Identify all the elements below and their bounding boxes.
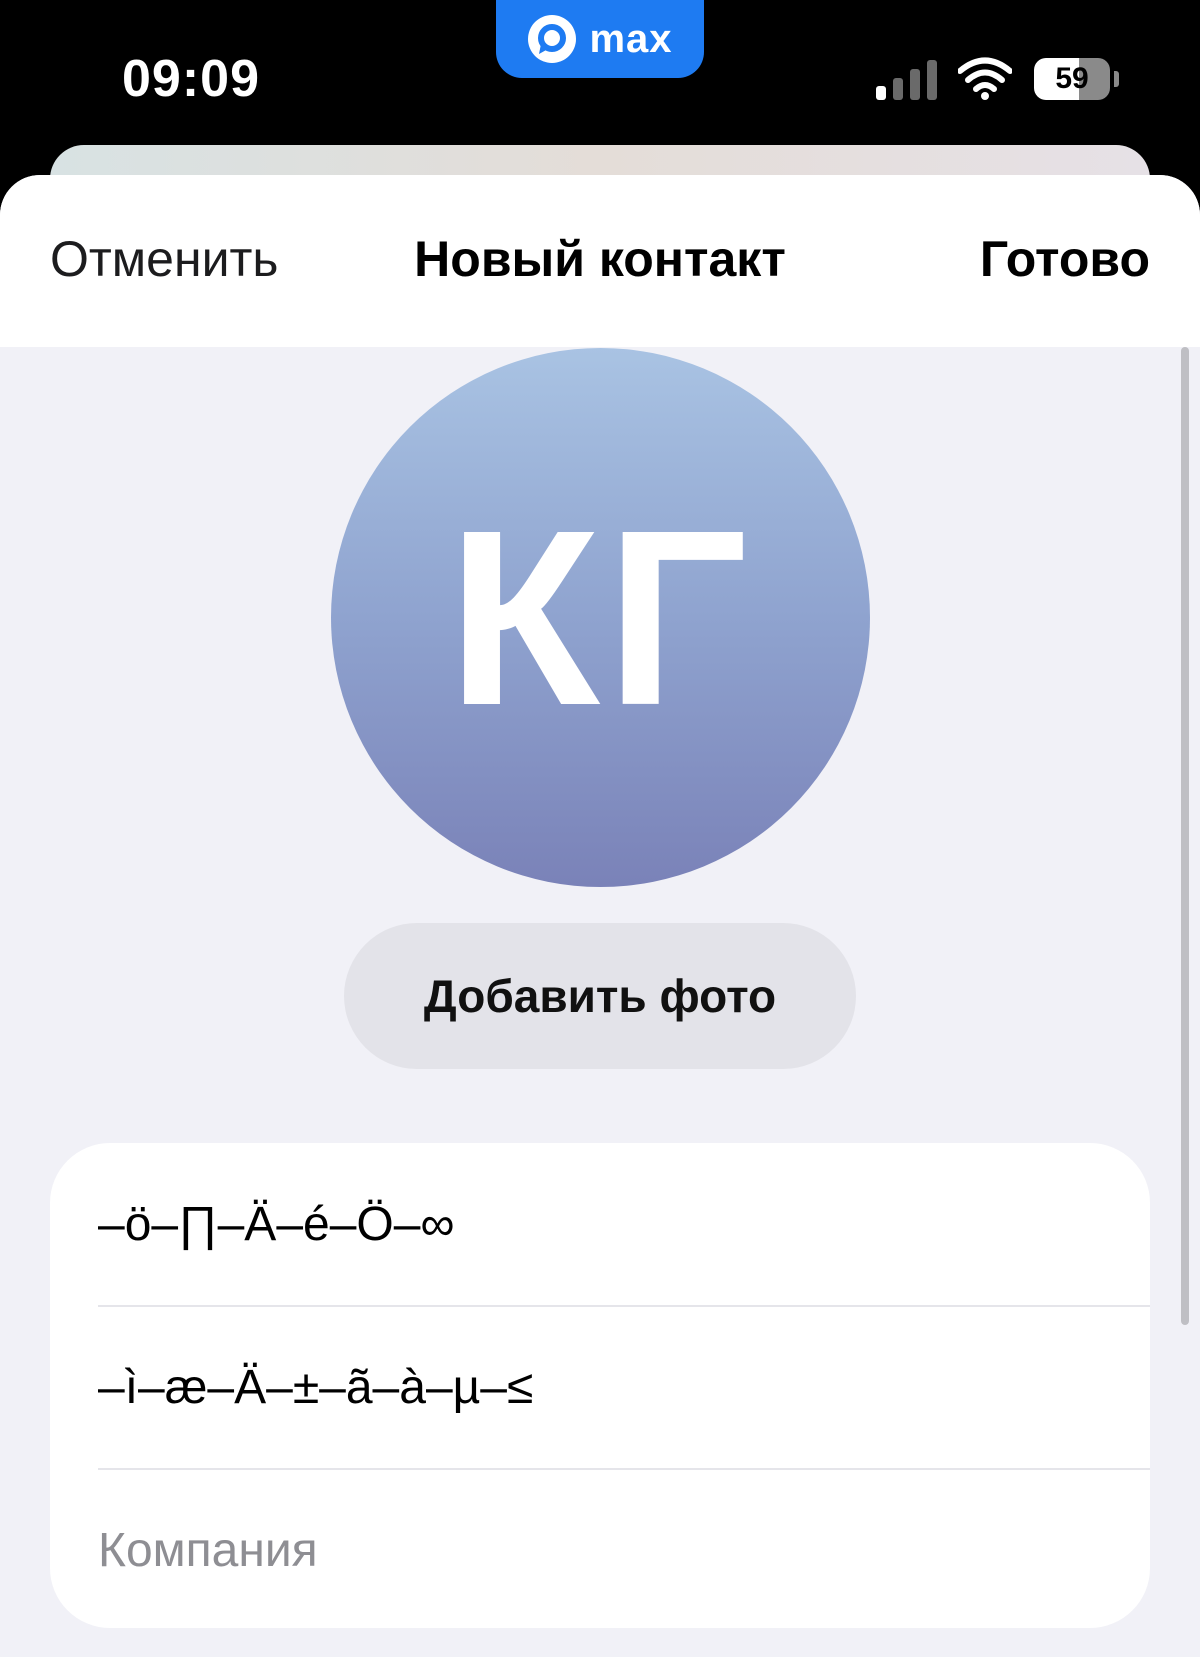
- signal-icon: [876, 60, 937, 100]
- last-name-field[interactable]: [98, 1306, 1150, 1468]
- battery-body: 59: [1034, 58, 1110, 100]
- contact-form-card: [50, 1143, 1150, 1628]
- battery-level-text: 59: [1055, 62, 1089, 95]
- scrollbar[interactable]: [1181, 347, 1189, 1325]
- avatar[interactable]: КГ: [331, 348, 870, 887]
- battery-icon: 59: [1034, 58, 1120, 100]
- new-contact-sheet: Отменить Новый контакт Готово КГ Добавит…: [0, 175, 1200, 1657]
- first-name-field[interactable]: [98, 1143, 1150, 1305]
- app-indicator-pill[interactable]: max: [496, 0, 704, 78]
- app-name: max: [589, 17, 673, 61]
- battery-cap: [1114, 71, 1119, 87]
- company-field[interactable]: [98, 1469, 1150, 1628]
- status-time: 09:09: [122, 50, 260, 108]
- status-bar: 09:09 max 59: [0, 0, 1200, 150]
- wifi-icon: [958, 57, 1012, 100]
- cancel-button[interactable]: Отменить: [50, 227, 278, 291]
- nav-bar: Отменить Новый контакт Готово: [0, 175, 1200, 347]
- max-logo-icon: [528, 15, 577, 63]
- done-button[interactable]: Готово: [980, 227, 1150, 291]
- add-photo-button[interactable]: Добавить фото: [344, 923, 856, 1069]
- avatar-initials: КГ: [447, 477, 754, 757]
